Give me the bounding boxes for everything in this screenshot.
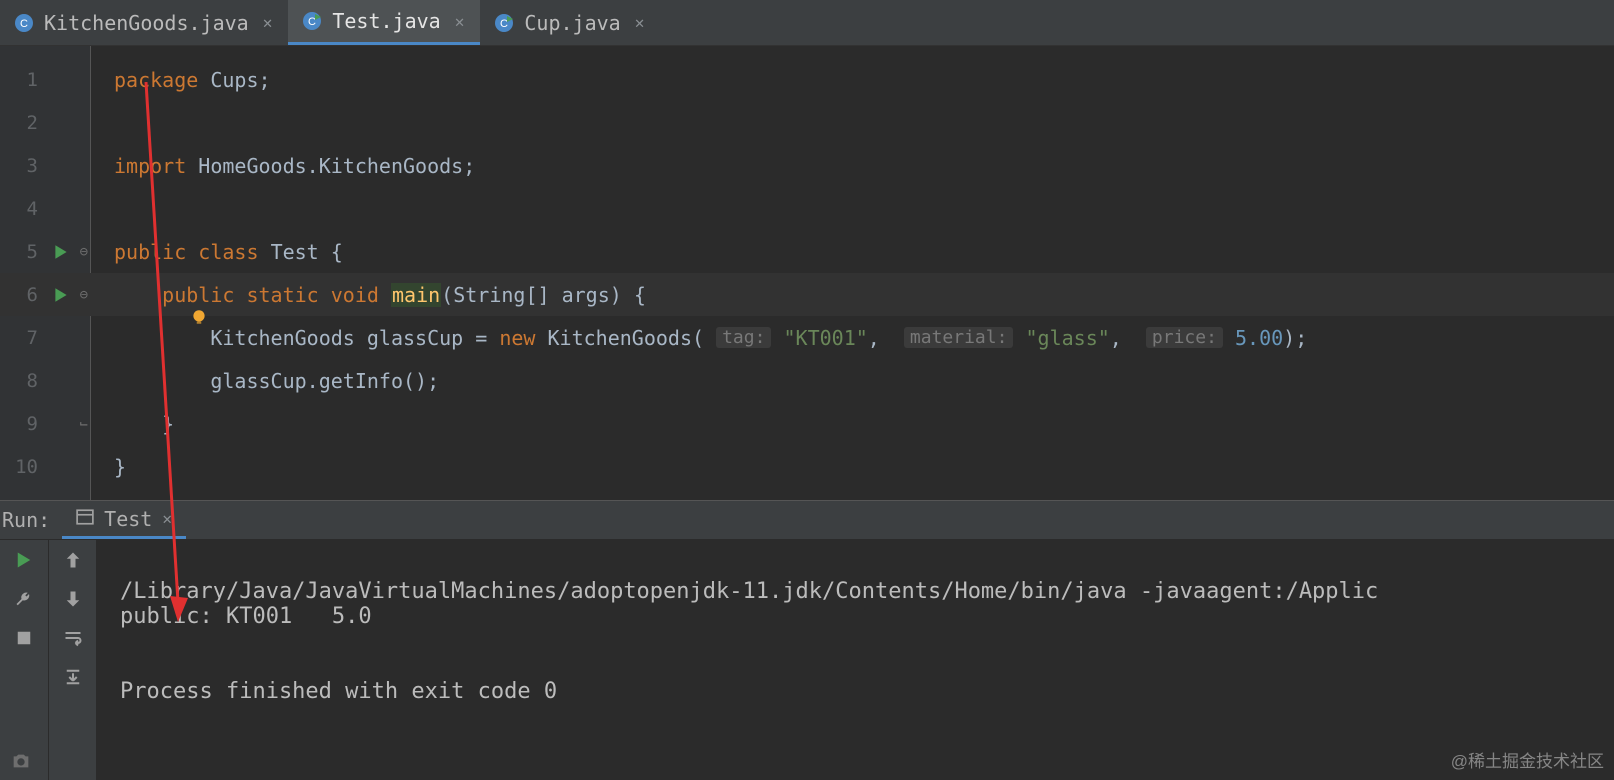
line-number: 5 — [10, 241, 38, 263]
run-toolwindow-header: Run: Test ✕ — [0, 500, 1614, 540]
svg-text:C: C — [20, 18, 28, 30]
class-name: Test — [271, 240, 319, 264]
method-call: getInfo — [319, 369, 403, 393]
code-editor[interactable]: 1 2 3 4 5 ⊖ 6 ⊖ 7 8 9 ⌙ 10 package Cups; … — [0, 46, 1614, 500]
console-exit: Process finished with exit code 0 — [120, 679, 557, 704]
run-toolbar-left — [0, 540, 48, 780]
java-runnable-file-icon: C — [302, 11, 322, 31]
run-toolbar-secondary — [48, 540, 96, 780]
rerun-icon[interactable] — [14, 550, 34, 575]
line-number: 6 — [10, 284, 38, 306]
param-hint: price: — [1146, 327, 1223, 348]
line-number: 4 — [10, 198, 38, 220]
editor-tabbar: C KitchenGoods.java ✕ C Test.java ✕ C Cu… — [0, 0, 1614, 46]
tab-label: Cup.java — [524, 11, 620, 35]
java-runnable-file-icon: C — [494, 13, 514, 33]
brace: { — [319, 240, 343, 264]
down-arrow-icon[interactable] — [63, 589, 83, 614]
scroll-to-end-icon[interactable] — [63, 667, 83, 692]
line-number: 3 — [10, 155, 38, 177]
run-label: Run: — [0, 508, 62, 532]
keyword-public: public — [162, 283, 234, 307]
keyword-public: public — [114, 240, 186, 264]
layout-icon — [76, 507, 94, 531]
svg-text:C: C — [500, 18, 508, 30]
var-decl: glassCup = — [355, 326, 500, 350]
var-ref: glassCup. — [210, 369, 318, 393]
stop-icon[interactable] — [14, 628, 34, 653]
param-hint: material: — [904, 327, 1014, 348]
close-icon[interactable]: ✕ — [455, 12, 465, 31]
tab-label: Test.java — [332, 9, 440, 33]
code-text: Cups; — [198, 68, 270, 92]
line-number: 2 — [10, 112, 38, 134]
keyword-package: package — [114, 68, 198, 92]
line-number: 9 — [10, 413, 38, 435]
close-icon[interactable]: ✕ — [263, 13, 273, 32]
run-gutter-icon[interactable] — [52, 286, 70, 304]
close-icon[interactable]: ✕ — [635, 13, 645, 32]
watermark-text: @稀土掘金技术社区 — [1451, 747, 1604, 772]
soft-wrap-icon[interactable] — [63, 628, 83, 653]
tab-cup[interactable]: C Cup.java ✕ — [480, 0, 660, 45]
keyword-class: class — [198, 240, 258, 264]
tab-test[interactable]: C Test.java ✕ — [288, 0, 480, 45]
run-config-tab[interactable]: Test ✕ — [62, 501, 186, 539]
code-area[interactable]: package Cups; import HomeGoods.KitchenGo… — [90, 46, 1614, 500]
fold-icon[interactable]: ⊖ — [80, 287, 88, 303]
java-file-icon: C — [14, 13, 34, 33]
brace: } — [114, 455, 126, 479]
console-command: /Library/Java/JavaVirtualMachines/adopto… — [120, 579, 1378, 604]
method-main: main — [391, 283, 441, 307]
number-literal: 5.00 — [1235, 326, 1283, 350]
run-gutter-icon[interactable] — [52, 243, 70, 261]
type-ref: KitchenGoods — [210, 326, 355, 350]
line-gutter: 1 2 3 4 5 ⊖ 6 ⊖ 7 8 9 ⌙ 10 — [0, 46, 90, 500]
camera-icon — [10, 750, 32, 772]
console-stdout: public: KT001 5.0 — [120, 604, 372, 629]
keyword-new: new — [499, 326, 535, 350]
intention-bulb-icon[interactable] — [94, 283, 112, 301]
fold-icon[interactable]: ⊖ — [80, 244, 88, 260]
string-literal: "glass" — [1026, 326, 1110, 350]
up-arrow-icon[interactable] — [63, 550, 83, 575]
line-number: 8 — [10, 370, 38, 392]
keyword-static: static — [246, 283, 318, 307]
param-list: (String[] args) { — [441, 283, 646, 307]
run-tab-label: Test — [104, 507, 152, 531]
fold-end-icon[interactable]: ⌙ — [80, 416, 88, 432]
code-text: HomeGoods.KitchenGoods; — [186, 154, 475, 178]
string-literal: "KT001" — [783, 326, 867, 350]
close-icon[interactable]: ✕ — [162, 509, 172, 528]
wrench-icon[interactable] — [14, 589, 34, 614]
run-output-panel: /Library/Java/JavaVirtualMachines/adopto… — [0, 540, 1614, 780]
brace: } — [162, 412, 174, 436]
tab-label: KitchenGoods.java — [44, 11, 249, 35]
line-number: 1 — [10, 69, 38, 91]
param-hint: tag: — [716, 327, 771, 348]
line-number: 10 — [10, 456, 38, 478]
tab-kitchengoods[interactable]: C KitchenGoods.java ✕ — [0, 0, 288, 45]
ctor-call: KitchenGoods( — [535, 326, 704, 350]
console-output[interactable]: /Library/Java/JavaVirtualMachines/adopto… — [96, 540, 1614, 780]
keyword-import: import — [114, 154, 186, 178]
svg-text:C: C — [308, 16, 316, 28]
keyword-void: void — [331, 283, 379, 307]
line-number: 7 — [10, 327, 38, 349]
